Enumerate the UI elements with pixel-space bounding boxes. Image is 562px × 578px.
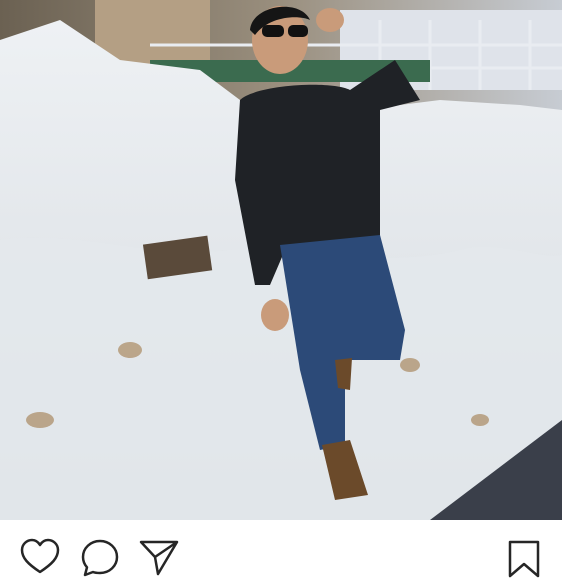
like-button[interactable] xyxy=(20,538,60,578)
heart-outline-icon xyxy=(20,538,60,574)
snow-lower xyxy=(0,237,562,520)
comment-bubble-icon xyxy=(81,539,119,577)
paper-plane-icon xyxy=(139,540,179,576)
bookmark-icon xyxy=(508,540,540,578)
share-button[interactable] xyxy=(139,538,179,578)
post-photo[interactable] xyxy=(0,0,562,520)
post-image xyxy=(0,0,562,520)
comment-button[interactable] xyxy=(80,538,120,578)
save-button[interactable] xyxy=(504,538,544,578)
post-action-bar xyxy=(0,520,562,578)
